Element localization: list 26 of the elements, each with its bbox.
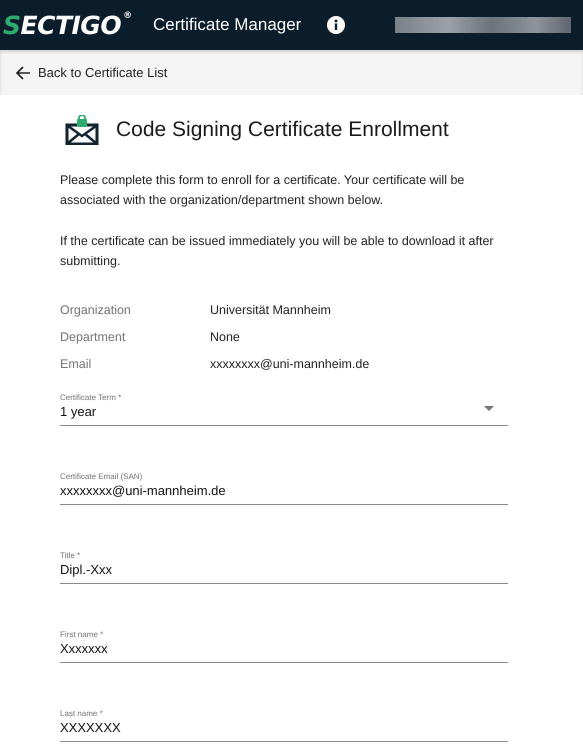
info-value: Universität Mannheim [210, 303, 332, 317]
info-label: Email [60, 357, 92, 371]
app-title: Certificate Manager [153, 15, 302, 35]
input-field[interactable]: Certificate Email (SAN) xxxxxxxx@uni-mannheim.de [60, 472, 508, 505]
field-label: Certificate Email (SAN) [60, 472, 144, 481]
caret-icon [484, 406, 494, 411]
field-label: First name * [60, 630, 104, 639]
envelope-lock-icon [65, 115, 99, 145]
input-field[interactable]: Title * Dipl.-Xxx [60, 551, 508, 584]
field-label: Title * [60, 551, 82, 560]
info-value: None [210, 330, 241, 344]
field-label: Certificate Term * [60, 393, 122, 402]
intro-paragraph: Please complete this form to enroll for a certificate. Your certificate will be associated with the organization/department shown below. [60, 172, 466, 209]
info-label: Organization [60, 303, 132, 317]
logo: SECTIGO$^{®}$ [3, 10, 133, 40]
info-label: Department [60, 330, 126, 344]
input-field[interactable]: First name * Xxxxxxx [60, 630, 508, 663]
field-label: Last name * [60, 709, 104, 718]
intro-paragraph: If the certificate can be issued immediately you will be able to download it after submitting. [60, 233, 495, 270]
back-link[interactable]: Back to Certificate List [15, 64, 168, 80]
page-title: Code Signing Certificate Enrollment [116, 118, 449, 142]
info-icon[interactable] [326, 15, 346, 35]
select-field[interactable]: Certificate Term * 1 year [60, 393, 508, 426]
input-field[interactable]: Last name * XXXXXXX [60, 709, 508, 742]
back-arrow-icon [15, 64, 31, 80]
info-value: xxxxxxxx@uni-mannheim.de [210, 357, 370, 371]
